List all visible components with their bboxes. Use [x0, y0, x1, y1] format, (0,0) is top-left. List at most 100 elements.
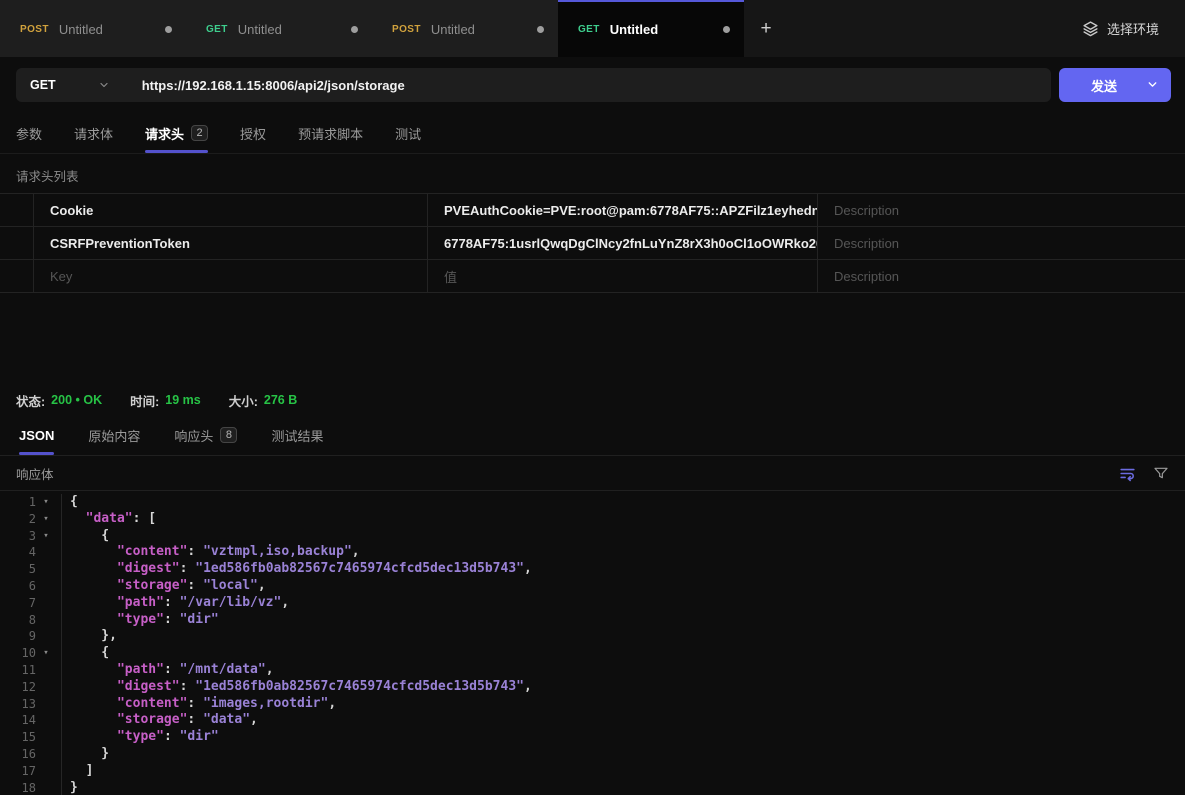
environment-selector-label: 选择环境: [1107, 19, 1159, 38]
header-value-field[interactable]: PVEAuthCookie=PVE:root@pam:6778AF75::APZ…: [428, 194, 818, 226]
tab-label: 请求头: [145, 124, 184, 143]
header-description-field[interactable]: Description: [818, 260, 1185, 292]
line-gutter: 7: [0, 595, 62, 612]
code-token: ,: [352, 544, 360, 559]
header-value-field[interactable]: 6778AF75:1usrlQwqDgClNcy2fnLuYnZ8rX3h0oC…: [428, 227, 818, 259]
tab-参数[interactable]: 参数: [16, 113, 42, 153]
request-tab[interactable]: POSTUntitled: [372, 0, 558, 57]
request-tab-strip: POSTUntitledGETUntitledPOSTUntitledGETUn…: [0, 0, 1185, 57]
tab-请求头[interactable]: 请求头2: [145, 113, 208, 153]
environment-selector[interactable]: 选择环境: [1056, 0, 1185, 57]
tab-响应头[interactable]: 响应头8: [174, 415, 237, 455]
code-token: [70, 729, 117, 744]
unsaved-dot: [165, 26, 172, 33]
line-gutter: 14: [0, 712, 62, 729]
header-description-field[interactable]: Description: [818, 227, 1185, 259]
filter-icon[interactable]: [1153, 465, 1169, 481]
line-number: 16: [0, 746, 36, 763]
code-text: "path": "/mnt/data",: [62, 662, 274, 679]
fold-toggle-icon[interactable]: ▾: [36, 511, 56, 528]
fold-toggle-icon[interactable]: ▾: [36, 528, 56, 545]
code-token: "data": [203, 712, 250, 727]
header-key: Cookie: [50, 203, 93, 218]
code-token: "dir": [180, 612, 219, 627]
row-handle[interactable]: [0, 194, 34, 226]
tab-测试[interactable]: 测试: [395, 113, 421, 153]
fold-toggle-icon[interactable]: ▾: [36, 494, 56, 511]
line-number: 5: [0, 561, 36, 578]
header-key-field[interactable]: CSRFPreventionToken: [34, 227, 428, 259]
fold-toggle-icon[interactable]: ▾: [36, 645, 56, 662]
response-size: 大小: 276 B: [229, 391, 298, 410]
send-button[interactable]: 发送: [1059, 68, 1171, 102]
line-number: 3: [0, 528, 36, 545]
line-number: 18: [0, 780, 36, 795]
code-token: [70, 595, 117, 610]
line-gutter: 10▾: [0, 645, 62, 662]
chevron-down-icon[interactable]: [98, 79, 110, 91]
line-number: 6: [0, 578, 36, 595]
code-token: :: [164, 662, 180, 677]
line-gutter: 6: [0, 578, 62, 595]
tab-label: 请求体: [74, 124, 113, 143]
new-tab-button[interactable]: +: [744, 0, 788, 57]
request-url[interactable]: https://192.168.1.15:8006/api2/json/stor…: [142, 78, 405, 93]
request-bar: GET https://192.168.1.15:8006/api2/json/…: [0, 57, 1185, 113]
method-badge: POST: [392, 24, 421, 35]
line-number: 15: [0, 729, 36, 746]
tab-测试结果[interactable]: 测试结果: [271, 415, 323, 455]
code-token: "content": [117, 544, 187, 559]
code-text: "storage": "data",: [62, 712, 258, 729]
code-token: ,: [281, 595, 289, 610]
code-token: [70, 679, 117, 694]
headers-list-title: 请求头列表: [0, 154, 1185, 193]
code-token: :: [164, 595, 180, 610]
tab-授权[interactable]: 授权: [240, 113, 266, 153]
tab-原始内容[interactable]: 原始内容: [88, 415, 140, 455]
tab-预请求脚本[interactable]: 预请求脚本: [298, 113, 363, 153]
method-badge: GET: [578, 24, 600, 35]
code-token: }: [70, 746, 109, 761]
text-wrap-icon[interactable]: [1118, 464, 1137, 483]
header-key-field[interactable]: Cookie: [34, 194, 428, 226]
code-token: ,: [266, 662, 274, 677]
url-input[interactable]: GET https://192.168.1.15:8006/api2/json/…: [16, 68, 1051, 102]
code-token: ,: [250, 712, 258, 727]
header-key-field[interactable]: Key: [34, 260, 428, 292]
time-label: 时间:: [130, 391, 159, 410]
request-tab[interactable]: GETUntitled: [186, 0, 372, 57]
tab-JSON[interactable]: JSON: [19, 415, 54, 455]
header-description-field[interactable]: Description: [818, 194, 1185, 226]
request-tab[interactable]: GETUntitled: [558, 0, 744, 57]
time-value: 19 ms: [165, 393, 200, 407]
code-token: [70, 544, 117, 559]
header-value-field[interactable]: 值: [428, 260, 818, 292]
code-token: }: [70, 780, 78, 795]
code-token: "digest": [117, 561, 180, 576]
code-text: "content": "vztmpl,iso,backup",: [62, 544, 360, 561]
code-line: 6 "storage": "local",: [0, 578, 1185, 595]
method-badge: GET: [206, 24, 228, 35]
line-number: 7: [0, 595, 36, 612]
chevron-down-icon[interactable]: [1146, 78, 1159, 91]
code-line: 14 "storage": "data",: [0, 712, 1185, 729]
code-token: "digest": [117, 679, 180, 694]
code-token: "data": [86, 511, 133, 526]
line-number: 2: [0, 511, 36, 528]
row-handle[interactable]: [0, 227, 34, 259]
line-number: 9: [0, 628, 36, 645]
response-json-viewer[interactable]: 1▾{2▾ "data": [3▾ {4 "content": "vztmpl,…: [0, 491, 1185, 795]
code-text: "digest": "1ed586fb0ab82567c7465974cfcd5…: [62, 561, 532, 578]
code-text: "storage": "local",: [62, 578, 266, 595]
send-button-label: 发送: [1091, 76, 1117, 95]
code-token: :: [187, 578, 203, 593]
code-token: "local": [203, 578, 258, 593]
tab-请求体[interactable]: 请求体: [74, 113, 113, 153]
tab-title: Untitled: [59, 22, 103, 37]
row-handle[interactable]: [0, 260, 34, 292]
line-gutter: 18: [0, 780, 62, 795]
request-tab[interactable]: POSTUntitled: [0, 0, 186, 57]
method-selector[interactable]: GET: [30, 78, 56, 92]
layers-icon: [1082, 20, 1099, 37]
line-gutter: 8: [0, 612, 62, 629]
